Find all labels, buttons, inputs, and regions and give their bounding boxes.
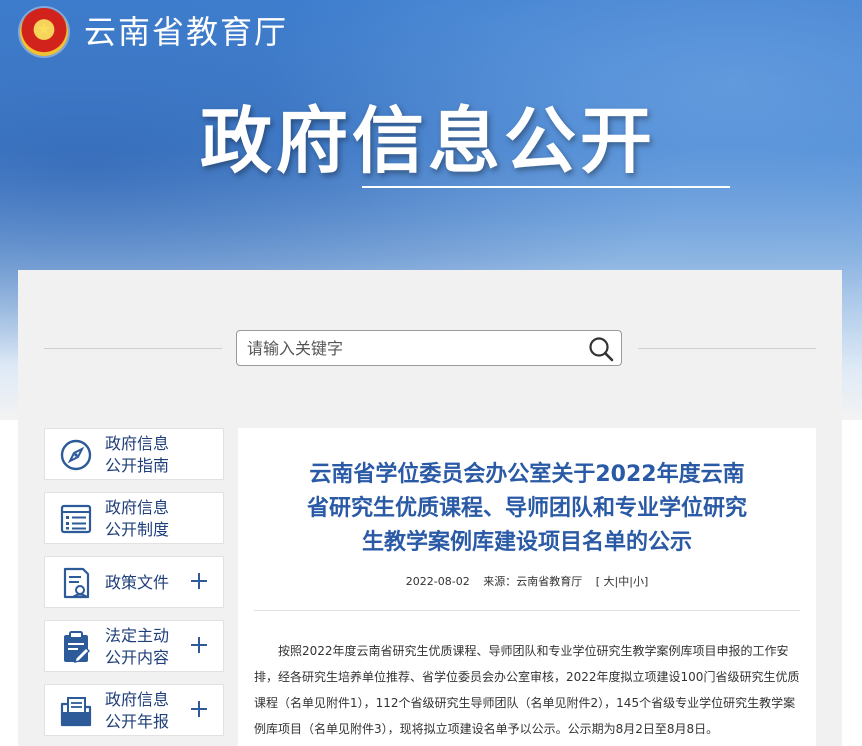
- folder-document-icon: [60, 697, 92, 727]
- article-source: 来源：云南省教育厅: [483, 575, 583, 588]
- clipboard-edit-icon: [64, 631, 90, 663]
- sidebar-item-annual-report[interactable]: 政府信息 公开年报: [44, 684, 224, 736]
- sidebar-item-statutory-content[interactable]: 法定主动 公开内容: [44, 620, 224, 672]
- policy-document-icon: [63, 567, 90, 599]
- hero-title: 政府信息公开: [200, 99, 657, 183]
- sidebar-item-label: 政府信息 公开指南: [105, 434, 170, 475]
- font-size-close-bracket: ]: [643, 575, 649, 588]
- expand-plus-icon[interactable]: [189, 699, 209, 719]
- hero-underline: [362, 186, 730, 188]
- article-body: 按照2022年度云南省研究生优质课程、导师团队和专业学位研究生教学案例库项目申报…: [254, 644, 800, 736]
- article-divider: [254, 610, 800, 611]
- font-size-controls: [ 大|中|小]: [596, 575, 649, 588]
- search-input[interactable]: [237, 331, 577, 365]
- sidebar-item-label: 法定主动 公开内容: [105, 626, 170, 667]
- font-size-open-bracket: [: [595, 575, 600, 588]
- sidebar-item-disclosure-system[interactable]: 政府信息 公开制度: [44, 492, 224, 544]
- font-size-large-button[interactable]: 大: [604, 575, 615, 588]
- compass-icon: [60, 439, 92, 471]
- font-size-medium-button[interactable]: 中: [618, 575, 629, 588]
- article-panel: 云南省学位委员会办公室关于2022年度云南省研究生优质课程、导师团队和专业学位研…: [238, 428, 816, 746]
- search-icon[interactable]: [587, 335, 615, 363]
- article-meta: 2022-08-02 来源：云南省教育厅 [ 大|中|小]: [238, 574, 816, 590]
- sidebar-item-label: 政府信息 公开年报: [105, 690, 170, 731]
- national-emblem-icon: ★: [20, 8, 68, 56]
- expand-plus-icon[interactable]: [189, 635, 209, 655]
- sidebar-item-label: 政府信息 公开制度: [105, 498, 170, 539]
- article-title: 云南省学位委员会办公室关于2022年度云南省研究生优质课程、导师团队和专业学位研…: [306, 462, 747, 555]
- article-date: 2022-08-02: [405, 575, 470, 588]
- search-box: [236, 330, 622, 366]
- sidebar-item-policy-documents[interactable]: 政策文件: [44, 556, 224, 608]
- font-size-small-button[interactable]: 小: [633, 575, 644, 588]
- site-title[interactable]: 云南省教育厅: [84, 8, 288, 56]
- sidebar-item-label: 政策文件: [105, 573, 170, 592]
- search-divider-right: [638, 348, 816, 349]
- list-document-icon: [60, 504, 92, 534]
- expand-plus-icon[interactable]: [189, 571, 209, 591]
- search-divider-left: [44, 348, 222, 349]
- sidebar-item-disclosure-guide[interactable]: 政府信息 公开指南: [44, 428, 224, 480]
